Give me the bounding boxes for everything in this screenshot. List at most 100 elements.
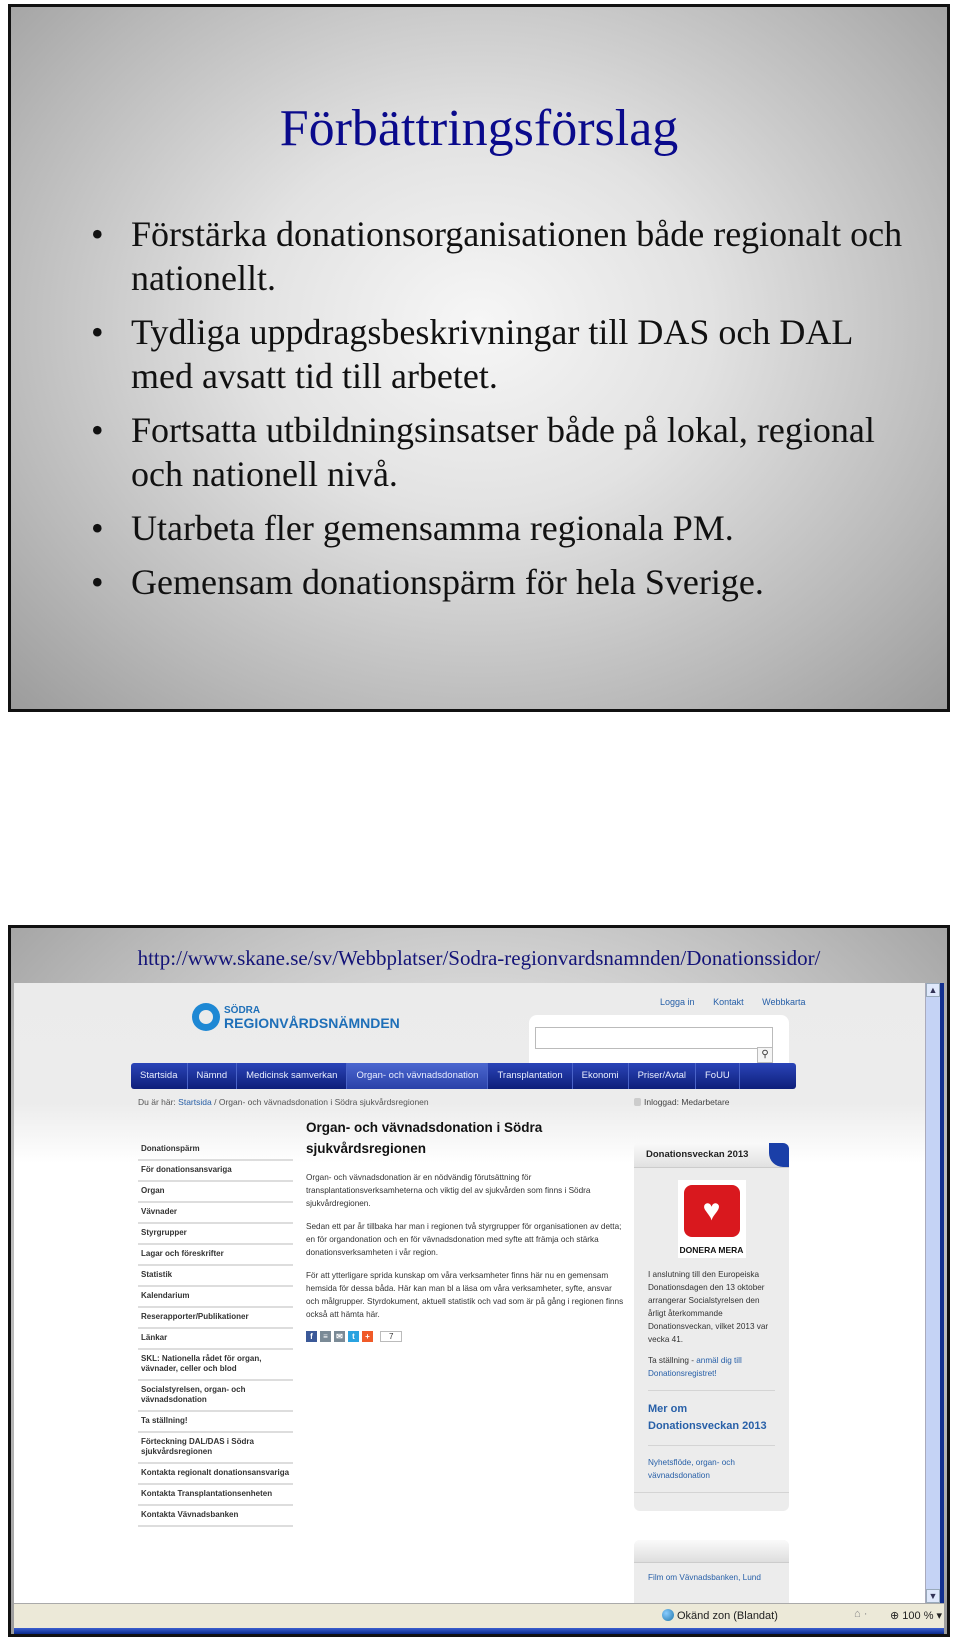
- sidenav-item[interactable]: För donationsansvariga: [138, 1161, 293, 1182]
- article: Organ- och vävnadsdonation i Södra sjukv…: [306, 1117, 626, 1342]
- security-zone: Okänd zon (Blandat): [662, 1609, 778, 1622]
- sidenav-item[interactable]: Socialstyrelsen, organ- och vävnadsdonat…: [138, 1381, 293, 1412]
- donera-mera-text: DONERA MERA: [679, 1245, 744, 1255]
- browser-status-bar: Okänd zon (Blandat) ⌂ · ⊕ 100 % ▾: [14, 1603, 944, 1628]
- zone-text: Okänd zon (Blandat): [677, 1610, 778, 1622]
- browser-window: SÖDRA REGIONVÅRDSNÄMNDEN Logga in Kontak…: [14, 983, 944, 1634]
- search-icon[interactable]: ⚲: [757, 1047, 773, 1063]
- plus-icon[interactable]: +: [362, 1331, 373, 1342]
- nav-item-fouu[interactable]: FoUU: [696, 1063, 740, 1089]
- comment-icon[interactable]: ≡: [320, 1331, 331, 1342]
- breadcrumb-current: Organ- och vävnadsdonation i Södra sjukv…: [218, 1097, 429, 1107]
- breadcrumb-prefix: Du är här:: [138, 1097, 176, 1107]
- bullet-item: • Fortsatta utbildningsinsatser både på l…: [91, 408, 907, 496]
- window-frame-edge: [940, 983, 944, 1634]
- sidenav-item[interactable]: Statistik: [138, 1266, 293, 1287]
- divider: [648, 1390, 775, 1391]
- breadcrumb-home-link[interactable]: Startsida: [178, 1097, 212, 1107]
- sidenav-item[interactable]: Organ: [138, 1182, 293, 1203]
- scroll-up-icon[interactable]: ▲: [926, 983, 940, 997]
- nav-item-medicinsk-samverkan[interactable]: Medicinsk samverkan: [237, 1063, 348, 1089]
- sidenav-item[interactable]: Reserapporter/Publikationer: [138, 1308, 293, 1329]
- sidebox-text: I anslutning till den Europeiska Donatio…: [648, 1270, 769, 1344]
- zoom-level[interactable]: ⊕ 100 % ▾: [890, 1609, 942, 1622]
- sidenav-item[interactable]: Kalendarium: [138, 1287, 293, 1308]
- second-sidebox: Film om Vävnadsbanken, Lund: [634, 1540, 789, 1610]
- url-caption: http://www.skane.se/sv/Webbplatser/Sodra…: [137, 946, 821, 970]
- bullet-item: • Tydliga uppdragsbeskrivningar till DAS …: [91, 310, 907, 398]
- scroll-down-icon[interactable]: ▼: [926, 1589, 940, 1603]
- more-about-donationsveckan-link[interactable]: Mer om Donationsveckan 2013: [648, 1401, 775, 1435]
- nav-item-transplantation[interactable]: Transplantation: [488, 1063, 573, 1089]
- bullet-icon: •: [91, 508, 104, 548]
- window-bottom-border: [14, 1628, 944, 1634]
- tab-corner-decoration: [769, 1143, 789, 1167]
- slide-improvement-proposals: Förbättringsförslag • Förstärka donations…: [8, 4, 950, 712]
- nav-item-ekonomi[interactable]: Ekonomi: [573, 1063, 629, 1089]
- slide-title: Förbättringsförslag: [279, 100, 679, 157]
- sitemap-link[interactable]: Webbkarta: [762, 997, 805, 1007]
- search-box: ⚲: [529, 1015, 789, 1063]
- share-count: 7: [380, 1331, 403, 1342]
- nav-item-namnd[interactable]: Nämnd: [188, 1063, 238, 1089]
- donera-mera-logo[interactable]: ♥ DONERA MERA: [677, 1180, 746, 1258]
- bullet-text: Tydliga uppdragsbeskrivningar till DAS o…: [131, 312, 853, 396]
- sidenav-item[interactable]: Länkar: [138, 1329, 293, 1350]
- protected-mode-icon[interactable]: ⌂ ·: [854, 1608, 867, 1620]
- news-feed-link[interactable]: Nyhetsflöde, organ- och vävnadsdonation: [648, 1456, 775, 1482]
- browser-viewport: SÖDRA REGIONVÅRDSNÄMNDEN Logga in Kontak…: [14, 983, 926, 1610]
- bullet-list: • Förstärka donationsorganisationen både …: [91, 212, 907, 614]
- article-paragraph: För att ytterligare sprida kunskap om vå…: [306, 1271, 624, 1319]
- facebook-icon[interactable]: f: [306, 1331, 317, 1342]
- heart-icon: ♥: [683, 1185, 740, 1237]
- bullet-text: Gemensam donationspärm för hela Sverige.: [131, 562, 764, 602]
- zoom-icon: ⊕: [890, 1610, 903, 1622]
- article-title: Organ- och vävnadsdonation i Södra sjukv…: [306, 1120, 543, 1156]
- logo-mark-icon: [192, 1003, 220, 1031]
- twitter-icon[interactable]: t: [348, 1331, 359, 1342]
- bullet-icon: •: [91, 562, 104, 602]
- sidebox-cta: Ta ställning - anmäl dig till Donationsr…: [648, 1354, 775, 1380]
- sidenav-item[interactable]: Kontakta regionalt donationsansvariga: [138, 1464, 293, 1485]
- email-icon[interactable]: ✉: [334, 1331, 345, 1342]
- sidebox2-header: [634, 1540, 789, 1563]
- vertical-scrollbar[interactable]: ▲ ▼: [925, 983, 940, 1603]
- sidebox-footer: [634, 1492, 789, 1511]
- bullet-text: Fortsatta utbildningsinsatser både på lo…: [131, 410, 875, 494]
- divider: [648, 1445, 775, 1446]
- sidebox-body: I anslutning till den Europeiska Donatio…: [634, 1268, 789, 1482]
- contact-link[interactable]: Kontakt: [713, 997, 744, 1007]
- zoom-dropdown-icon[interactable]: ▾: [937, 1610, 943, 1622]
- site-logo[interactable]: SÖDRA REGIONVÅRDSNÄMNDEN: [192, 1003, 400, 1031]
- bullet-item: • Utarbeta fler gemensamma regionala PM.: [91, 506, 907, 550]
- logged-in-status: Inloggad: Medarbetare: [634, 1097, 730, 1107]
- login-link[interactable]: Logga in: [660, 997, 695, 1007]
- sidenav-item[interactable]: Styrgrupper: [138, 1224, 293, 1245]
- nav-item-organ-vavnadsdonation[interactable]: Organ- och vävnadsdonation: [347, 1063, 489, 1089]
- sidenav-item[interactable]: Ta ställning!: [138, 1412, 293, 1433]
- sidenav-item[interactable]: Vävnader: [138, 1203, 293, 1224]
- sidenav-item[interactable]: Kontakta Vävnadsbanken: [138, 1506, 293, 1527]
- article-paragraph: Organ- och vävnadsdonation är en nödvänd…: [306, 1173, 591, 1208]
- sidenav-item[interactable]: Donationspärm: [138, 1140, 293, 1161]
- bullet-icon: •: [91, 410, 104, 450]
- nav-item-priser-avtal[interactable]: Priser/Avtal: [629, 1063, 696, 1089]
- sidenav-item[interactable]: Förteckning DAL/DAS i Södra sjukvårdsreg…: [138, 1433, 293, 1464]
- breadcrumb-separator: /: [214, 1097, 217, 1107]
- nav-item-startsida[interactable]: Startsida: [131, 1063, 188, 1089]
- article-paragraph: Sedan ett par år tillbaka har man i regi…: [306, 1222, 622, 1257]
- logo-line-2: REGIONVÅRDSNÄMNDEN: [224, 1015, 400, 1031]
- sidenav-item[interactable]: Lagar och föreskrifter: [138, 1245, 293, 1266]
- bullet-text: Utarbeta fler gemensamma regionala PM.: [131, 508, 734, 548]
- search-input[interactable]: [535, 1027, 773, 1049]
- film-link[interactable]: Film om Vävnadsbanken, Lund: [634, 1563, 789, 1592]
- logged-in-text: Inloggad: Medarbetare: [644, 1097, 730, 1107]
- bullet-item: • Gemensam donationspärm för hela Sverige…: [91, 560, 907, 604]
- sidenav-item[interactable]: Kontakta Transplantationsenheten: [138, 1485, 293, 1506]
- lock-icon: [634, 1098, 641, 1106]
- cta-prefix: Ta ställning -: [648, 1356, 697, 1365]
- breadcrumb: Du är här: Startsida / Organ- och vävnad…: [138, 1097, 429, 1107]
- side-navigation: Donationspärm För donationsansvariga Org…: [138, 1140, 293, 1527]
- sidenav-item[interactable]: SKL: Nationella rådet för organ, vävnade…: [138, 1350, 293, 1381]
- top-links: Logga in Kontakt Webbkarta: [660, 997, 821, 1007]
